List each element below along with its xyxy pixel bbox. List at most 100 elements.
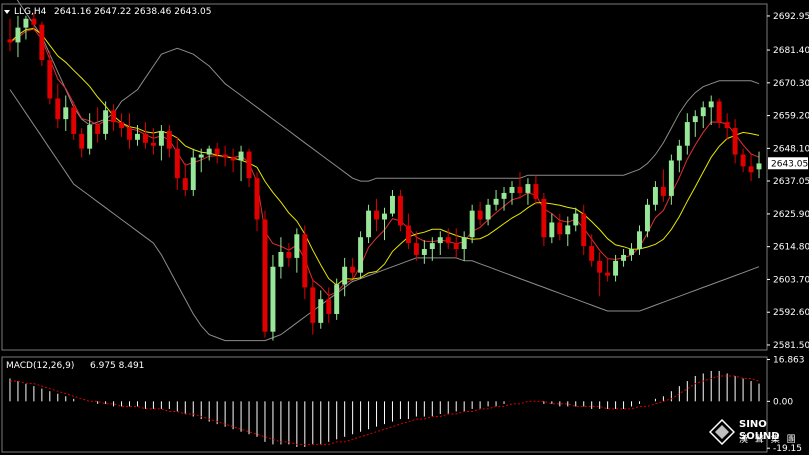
candle bbox=[461, 231, 467, 261]
candle-body bbox=[397, 195, 403, 226]
candle-body bbox=[613, 260, 619, 276]
candle-body bbox=[389, 195, 395, 214]
candle bbox=[342, 257, 348, 297]
candle-body bbox=[541, 198, 547, 238]
candle bbox=[676, 139, 682, 173]
candle bbox=[7, 18, 13, 52]
sino-sound-logo: SINO SOUND 漢 聲 集 團 bbox=[709, 419, 799, 447]
candle-body bbox=[246, 151, 252, 179]
candle bbox=[366, 204, 372, 244]
candle-body bbox=[294, 234, 300, 258]
candle-body bbox=[589, 246, 595, 261]
candle-body bbox=[111, 110, 117, 123]
candle-body bbox=[533, 184, 539, 199]
dropdown-arrow-icon[interactable] bbox=[4, 10, 10, 14]
candle-body bbox=[493, 198, 499, 205]
candle-body bbox=[190, 157, 196, 190]
candle-body bbox=[429, 243, 435, 250]
candle-body bbox=[31, 18, 37, 25]
candle bbox=[660, 169, 666, 202]
candle bbox=[103, 101, 109, 140]
candle-body bbox=[79, 133, 85, 149]
candle-body bbox=[676, 145, 682, 161]
slow-ma-line bbox=[9, 27, 760, 286]
candle bbox=[326, 287, 332, 323]
candle-body bbox=[71, 107, 77, 134]
candle-body bbox=[421, 249, 427, 255]
candle bbox=[644, 198, 650, 238]
candle-body bbox=[557, 222, 563, 235]
symbol-label: LLG,H4 bbox=[14, 7, 47, 17]
candle-body bbox=[119, 122, 125, 128]
candle-body bbox=[660, 187, 666, 196]
candle-body bbox=[581, 213, 587, 247]
price-tick-label: 2659.20 bbox=[773, 112, 809, 122]
candle bbox=[716, 98, 722, 128]
candle bbox=[525, 178, 531, 205]
candle bbox=[87, 113, 93, 155]
candle bbox=[127, 113, 132, 149]
candle bbox=[748, 154, 754, 182]
fast-ma-line bbox=[9, 28, 760, 297]
candle bbox=[756, 151, 762, 179]
price-tick-label: 2681.40 bbox=[773, 46, 809, 56]
candle bbox=[222, 145, 228, 167]
candle bbox=[397, 189, 403, 232]
candle-body bbox=[166, 130, 172, 149]
candle-body bbox=[509, 187, 515, 193]
candle bbox=[700, 101, 706, 128]
candles[interactable] bbox=[7, 12, 762, 341]
candle-body bbox=[270, 266, 276, 332]
candle-body bbox=[150, 142, 156, 146]
candle bbox=[334, 278, 340, 320]
candle bbox=[469, 204, 475, 244]
candle-body bbox=[684, 122, 690, 146]
price-tick-label: 2614.80 bbox=[773, 243, 809, 253]
price-tick-label: 2592.60 bbox=[773, 308, 809, 318]
candle-body bbox=[198, 154, 204, 158]
price-tick-label: 2581.50 bbox=[773, 341, 809, 351]
candle bbox=[318, 290, 324, 329]
price-panel-border bbox=[1, 3, 768, 351]
candle bbox=[142, 122, 148, 149]
candle bbox=[382, 207, 387, 241]
candle bbox=[541, 192, 547, 247]
candle bbox=[652, 181, 658, 211]
price-tick-label: 2603.70 bbox=[773, 275, 809, 285]
candle bbox=[278, 237, 284, 279]
candle bbox=[573, 207, 579, 232]
candle bbox=[302, 225, 308, 300]
candle bbox=[206, 145, 212, 161]
candle-body bbox=[374, 210, 380, 220]
candle-body bbox=[63, 107, 69, 120]
candle bbox=[517, 172, 523, 199]
candle-body bbox=[358, 237, 364, 273]
candle bbox=[581, 204, 587, 255]
candle bbox=[358, 231, 364, 279]
candle-body bbox=[135, 133, 140, 140]
candle-body bbox=[605, 272, 611, 276]
candle-body bbox=[254, 178, 260, 220]
candle-body bbox=[326, 299, 332, 314]
macd-panel[interactable] bbox=[9, 370, 760, 447]
candle-body bbox=[708, 101, 714, 108]
candle bbox=[684, 113, 690, 155]
candle-body bbox=[413, 243, 419, 255]
candle bbox=[549, 213, 555, 244]
candle-body bbox=[7, 39, 13, 43]
candle-body bbox=[262, 219, 268, 332]
candle-body bbox=[445, 237, 451, 244]
candle-body bbox=[573, 213, 579, 226]
candle bbox=[477, 201, 483, 226]
candle-body bbox=[310, 287, 316, 323]
candle-body bbox=[15, 27, 21, 43]
candle-body bbox=[286, 251, 292, 258]
macd-label: MACD(12,26,9) bbox=[6, 361, 74, 371]
candle bbox=[95, 107, 101, 143]
candle bbox=[421, 240, 427, 264]
candle bbox=[230, 148, 236, 173]
candle bbox=[429, 237, 435, 261]
candle bbox=[437, 231, 443, 255]
chart-canvas[interactable]: 2692.95 2681.40 2670.30 2659.20 2648.10 2637.… bbox=[0, 0, 809, 455]
candle bbox=[262, 210, 268, 338]
